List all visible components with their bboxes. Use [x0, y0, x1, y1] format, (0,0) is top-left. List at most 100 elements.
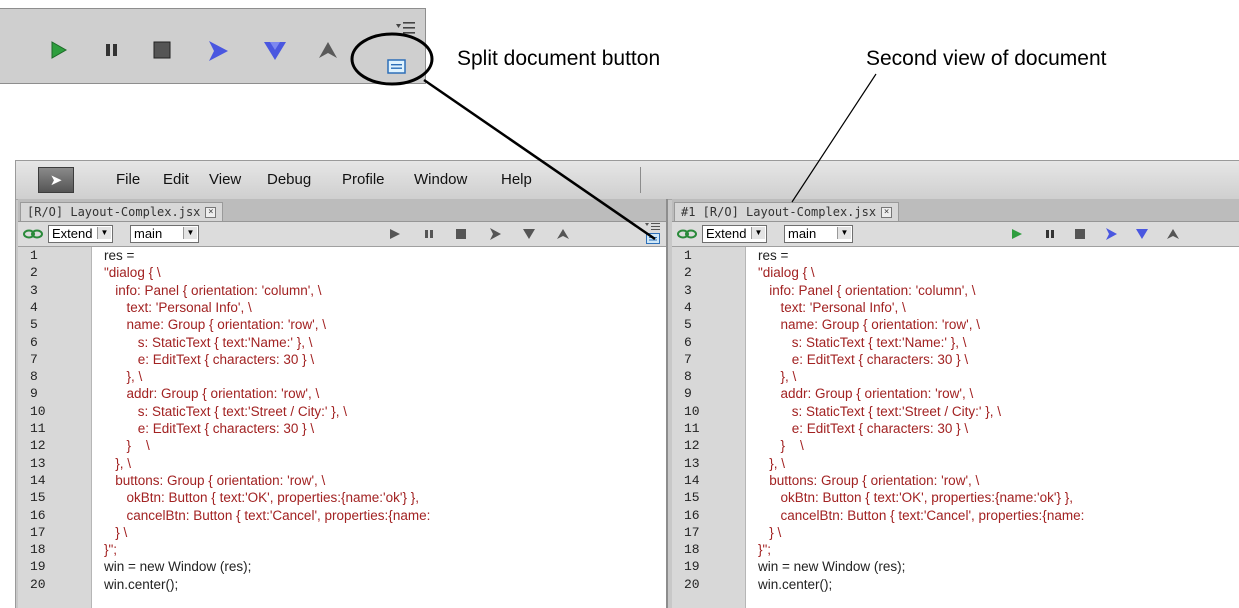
- run-icon[interactable]: [1010, 227, 1024, 241]
- split-document-callout: Split document button: [457, 47, 661, 70]
- code-editor[interactable]: 1 2 3 4 5 6 7 8 9 10 11 12 13 14 15 16 17 18 19 20 res = "di…: [672, 247, 1239, 608]
- chevron-down-icon: ▼: [97, 227, 111, 239]
- stop-icon[interactable]: [153, 41, 171, 59]
- code-line: res =: [758, 248, 789, 263]
- stop-icon[interactable]: [1073, 227, 1087, 241]
- engine-select[interactable]: main ▼: [130, 225, 199, 243]
- line-number: 14: [30, 472, 46, 488]
- code-line: "dialog { \: [758, 265, 815, 281]
- menu-edit[interactable]: Edit: [163, 171, 189, 188]
- code-line: s: StaticText { text:'Street / City:' },…: [104, 403, 347, 419]
- step-into-icon[interactable]: [522, 227, 536, 241]
- target-app-select[interactable]: Extend ▼: [702, 225, 767, 243]
- code-line: win = new Window (res);: [104, 559, 252, 575]
- run-icon[interactable]: [50, 41, 68, 59]
- code-line: okBtn: Button { text:'OK', properties:{n…: [104, 490, 419, 506]
- code-line: name: Group { orientation: 'row', \: [758, 317, 981, 333]
- code-line: }, \: [758, 455, 786, 471]
- line-number: 20: [684, 576, 700, 592]
- pause-icon[interactable]: [1043, 227, 1057, 241]
- estk-window: ➤ File Edit View Debug Profile Window He…: [15, 160, 1239, 608]
- menu-view[interactable]: View: [209, 171, 241, 188]
- line-number: 5: [684, 317, 692, 333]
- panel-options-icon[interactable]: [645, 222, 661, 232]
- code-line: buttons: Group { orientation: 'row', \: [104, 472, 326, 488]
- code-line: e: EditText { characters: 30 } \: [758, 351, 969, 367]
- second-view-callout: Second view of document: [866, 47, 1107, 70]
- document-tab-bar: [R/O] Layout-Complex.jsx ×: [18, 199, 666, 222]
- code-line: buttons: Group { orientation: 'row', \: [758, 472, 980, 488]
- line-number-gutter: 1 2 3 4 5 6 7 8 9 10 11 12 13 14 15 16 17 18 19 20: [18, 247, 92, 608]
- app-logo-icon[interactable]: ➤: [38, 167, 74, 193]
- pause-icon[interactable]: [105, 43, 119, 57]
- menu-file[interactable]: File: [116, 171, 140, 188]
- close-icon[interactable]: ×: [881, 207, 893, 218]
- menu-help[interactable]: Help: [501, 171, 532, 188]
- line-number: 13: [684, 455, 700, 471]
- line-number: 2: [30, 265, 38, 281]
- document-tab[interactable]: [R/O] Layout-Complex.jsx ×: [20, 202, 224, 221]
- line-number: 14: [684, 472, 700, 488]
- menu-profile[interactable]: Profile: [342, 171, 385, 188]
- menu-separator: [640, 167, 641, 193]
- code-line: cancelBtn: Button { text:'Cancel', prope…: [104, 507, 431, 523]
- stop-icon[interactable]: [454, 227, 468, 241]
- document-toolbar: Extend ▼ main ▼: [18, 222, 666, 247]
- line-number: 10: [30, 403, 46, 419]
- line-number: 15: [684, 490, 700, 506]
- code-line: s: StaticText { text:'Street / City:' },…: [758, 403, 1001, 419]
- engine-value: main: [134, 226, 163, 241]
- line-number: 7: [30, 351, 38, 367]
- code-line: s: StaticText { text:'Name:' }, \: [104, 334, 313, 350]
- line-number: 12: [684, 438, 700, 454]
- menu-window[interactable]: Window: [414, 171, 467, 188]
- line-number: 1: [30, 248, 38, 263]
- step-over-icon[interactable]: [488, 227, 502, 241]
- line-number: 17: [684, 524, 700, 540]
- code-line: e: EditText { characters: 30 } \: [104, 421, 315, 436]
- line-number: 6: [684, 334, 692, 350]
- step-out-icon[interactable]: [1166, 227, 1180, 241]
- split-document-icon[interactable]: [387, 59, 407, 75]
- document-tab[interactable]: #1 [R/O] Layout-Complex.jsx ×: [674, 202, 900, 221]
- code-editor[interactable]: 1 2 3 4 5 6 7 8 9 10 11 12 13 14 15 16 17 18 19 20 res = "di…: [18, 247, 666, 608]
- code-line: text: 'Personal Info', \: [758, 299, 906, 315]
- step-over-icon[interactable]: [207, 40, 229, 62]
- line-number: 20: [30, 576, 46, 592]
- code-line: } \: [104, 524, 128, 540]
- line-number-gutter: 1 2 3 4 5 6 7 8 9 10 11 12 13 14 15 16 17 18 19 20: [672, 247, 746, 608]
- split-document-icon[interactable]: [646, 233, 660, 244]
- line-number: 5: [30, 317, 38, 333]
- document-pane-primary: [R/O] Layout-Complex.jsx × Extend ▼ main ▼ …: [18, 199, 668, 608]
- document-tab-title: #1 [R/O] Layout-Complex.jsx: [681, 205, 877, 219]
- code-line: name: Group { orientation: 'row', \: [104, 317, 327, 333]
- line-number: 11: [30, 421, 46, 436]
- code-line: }";: [758, 542, 772, 558]
- engine-select[interactable]: main ▼: [784, 225, 853, 243]
- line-number: 12: [30, 438, 46, 454]
- panel-options-icon[interactable]: [396, 21, 416, 35]
- target-app-value: Extend: [52, 226, 93, 241]
- step-into-icon[interactable]: [1135, 227, 1149, 241]
- step-over-icon[interactable]: [1104, 227, 1118, 241]
- step-out-icon[interactable]: [318, 41, 338, 59]
- target-app-select[interactable]: Extend ▼: [48, 225, 113, 243]
- step-out-icon[interactable]: [556, 227, 570, 241]
- link-icon[interactable]: [677, 229, 697, 239]
- code-line: win = new Window (res);: [758, 559, 906, 575]
- menu-debug[interactable]: Debug: [267, 171, 311, 188]
- link-icon[interactable]: [23, 229, 43, 239]
- code-line: text: 'Personal Info', \: [104, 299, 252, 315]
- code-line: }, \: [104, 455, 132, 471]
- line-number: 16: [684, 507, 700, 523]
- pause-icon[interactable]: [422, 227, 436, 241]
- step-into-icon[interactable]: [263, 40, 287, 62]
- code-line: addr: Group { orientation: 'row', \: [758, 386, 974, 402]
- code-line: s: StaticText { text:'Name:' }, \: [758, 334, 967, 350]
- run-icon[interactable]: [388, 227, 402, 241]
- line-number: 8: [684, 369, 692, 385]
- line-number: 3: [684, 282, 692, 298]
- line-number: 10: [684, 403, 700, 419]
- code-line: }";: [104, 542, 118, 558]
- close-icon[interactable]: ×: [205, 207, 217, 218]
